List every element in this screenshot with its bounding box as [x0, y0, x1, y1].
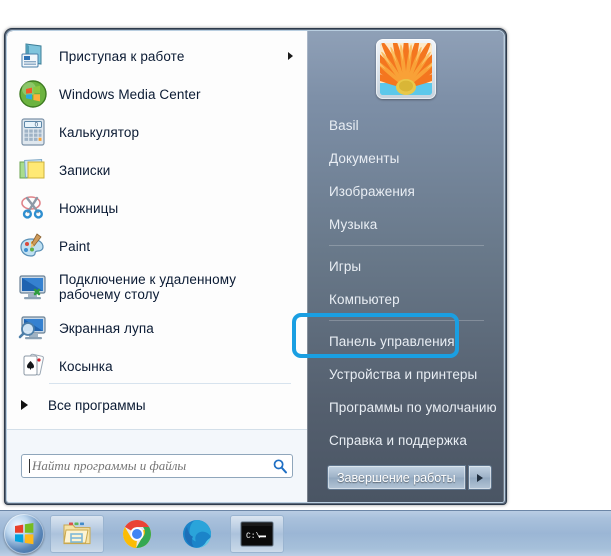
program-item-label: Ножницы	[59, 200, 119, 216]
avatar-frame	[375, 39, 436, 99]
program-item-remote-desktop[interactable]: Подключение к удаленному рабочему столу	[7, 265, 307, 309]
right-item-pictures[interactable]: Изображения	[307, 175, 504, 208]
search-area	[7, 429, 307, 502]
right-item-label: Документы	[329, 151, 400, 166]
file-explorer-icon	[62, 520, 92, 548]
program-item-snipping-tool[interactable]: Ножницы	[7, 189, 307, 227]
all-programs-divider	[49, 383, 291, 384]
user-avatar-flower	[379, 43, 432, 95]
right-item-user-folder[interactable]: Basil	[307, 109, 504, 142]
shutdown-options-button[interactable]	[467, 465, 492, 490]
right-item-label: Изображения	[329, 184, 415, 199]
program-item-label: Косынка	[59, 358, 113, 374]
command-prompt-icon: C:\	[240, 521, 274, 547]
right-item-games[interactable]: Игры	[307, 250, 504, 283]
right-item-help-and-support[interactable]: Справка и поддержка	[307, 424, 504, 457]
shutdown-button[interactable]: Завершение работы	[327, 465, 466, 490]
right-item-label: Компьютер	[329, 292, 400, 307]
right-item-label: Basil	[329, 118, 359, 133]
right-item-label: Программы по умолчанию	[329, 400, 497, 415]
program-item-getting-started[interactable]: Приступая к работе	[7, 37, 307, 75]
calculator-icon: 0	[17, 116, 49, 148]
avatar[interactable]	[375, 39, 436, 99]
remote-desktop-icon	[17, 271, 49, 303]
right-item-label: Панель управления	[329, 334, 455, 349]
right-item-label: Игры	[329, 259, 362, 274]
program-item-label: Windows Media Center	[59, 86, 201, 102]
program-item-label: Записки	[59, 162, 111, 178]
search-icon[interactable]	[272, 458, 288, 474]
start-menu-left-panel: Приступая к работе Windows Media Center …	[7, 31, 307, 502]
start-menu: Приступая к работе Windows Media Center …	[4, 28, 507, 505]
right-item-computer[interactable]: Компьютер	[307, 283, 504, 316]
windows-media-center-icon	[17, 78, 49, 110]
search-input[interactable]	[32, 458, 272, 474]
taskbar-button-file-explorer[interactable]	[50, 514, 104, 553]
triangle-right-icon	[476, 473, 483, 482]
program-item-windows-media-center[interactable]: Windows Media Center	[7, 75, 307, 113]
google-chrome-icon	[122, 519, 152, 549]
right-item-default-programs[interactable]: Программы по умолчанию	[307, 391, 504, 424]
right-item-control-panel[interactable]: Панель управления	[307, 325, 504, 358]
program-item-label: Калькулятор	[59, 124, 140, 140]
right-item-devices-and-printers[interactable]: Устройства и принтеры	[307, 358, 504, 391]
taskbar-button-microsoft-edge[interactable]	[170, 515, 224, 553]
windows-start-orb[interactable]	[4, 513, 44, 554]
program-item-sticky-notes[interactable]: Записки	[7, 151, 307, 189]
right-item-music[interactable]: Музыка	[307, 208, 504, 241]
all-programs-label: Все программы	[48, 397, 146, 413]
paint-icon	[17, 230, 49, 262]
all-programs-section: Все программы	[7, 383, 307, 429]
program-item-calculator[interactable]: 0 Калькулятор	[7, 113, 307, 151]
sticky-notes-icon	[17, 154, 49, 186]
program-item-paint[interactable]: Paint	[7, 227, 307, 265]
right-panel-separator	[329, 245, 484, 246]
right-item-label: Музыка	[329, 217, 378, 232]
getting-started-icon	[17, 40, 49, 72]
start-menu-inner-frame: Приступая к работе Windows Media Center …	[6, 30, 505, 503]
taskbar: C:\	[0, 510, 611, 556]
right-panel-separator	[329, 320, 484, 321]
microsoft-edge-icon	[182, 519, 212, 549]
start-menu-right-panel: Basil Документы Изображения Музыка Игры …	[307, 31, 504, 502]
shutdown-row: Завершение работы	[327, 465, 492, 490]
solitaire-icon	[17, 350, 49, 382]
svg-text:C:\: C:\	[246, 532, 261, 541]
program-item-solitaire[interactable]: Косынка	[7, 347, 307, 385]
snipping-tool-icon	[17, 192, 49, 224]
program-item-magnifier[interactable]: Экранная лупа	[7, 309, 307, 347]
program-item-label: Экранная лупа	[59, 320, 154, 336]
magnifier-icon	[17, 312, 49, 344]
text-caret	[29, 459, 30, 473]
right-item-label: Устройства и принтеры	[329, 367, 478, 382]
taskbar-button-google-chrome[interactable]	[110, 515, 164, 553]
triangle-right-icon	[21, 400, 28, 410]
program-item-label: Подключение к удаленному рабочему столу	[59, 272, 237, 302]
program-list: Приступая к работе Windows Media Center …	[7, 31, 307, 429]
taskbar-button-command-prompt[interactable]: C:\	[230, 514, 284, 553]
right-panel-list: Basil Документы Изображения Музыка Игры …	[307, 109, 504, 457]
submenu-arrow-icon	[288, 52, 293, 60]
search-box[interactable]	[21, 454, 293, 478]
right-item-documents[interactable]: Документы	[307, 142, 504, 175]
right-item-label: Справка и поддержка	[329, 433, 467, 448]
program-item-label: Приступая к работе	[59, 48, 185, 64]
all-programs-button[interactable]: Все программы	[7, 388, 307, 422]
program-item-label: Paint	[59, 238, 91, 254]
